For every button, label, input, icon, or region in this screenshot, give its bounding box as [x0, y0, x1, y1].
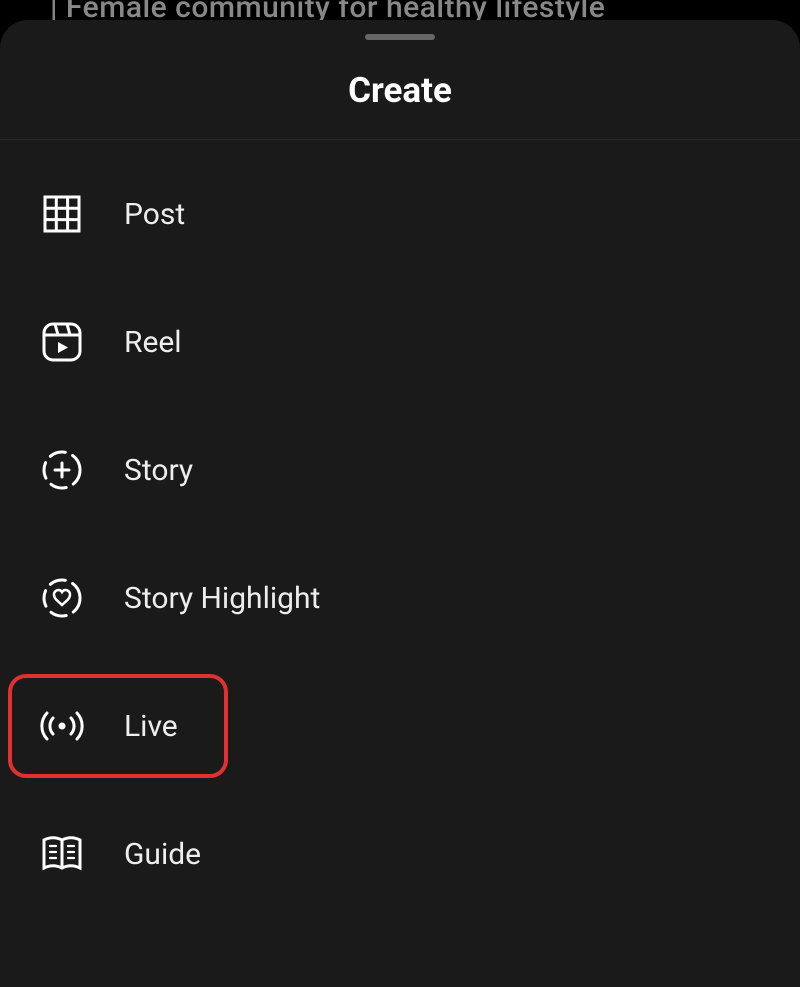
- create-bottom-sheet: Create Post: [0, 20, 800, 987]
- menu-item-label: Story Highlight: [124, 581, 320, 616]
- reel-icon: [40, 320, 84, 364]
- menu-item-live[interactable]: Live: [0, 662, 800, 790]
- menu-item-story-highlight[interactable]: Story Highlight: [0, 534, 800, 662]
- menu-item-label: Live: [124, 709, 178, 744]
- menu-item-label: Reel: [124, 325, 182, 360]
- menu-item-reel[interactable]: Reel: [0, 278, 800, 406]
- menu-item-story[interactable]: Story: [0, 406, 800, 534]
- menu-item-label: Post: [124, 197, 185, 232]
- drag-handle[interactable]: [365, 34, 435, 40]
- menu-item-label: Story: [124, 453, 193, 488]
- story-plus-icon: [40, 448, 84, 492]
- sheet-title: Create: [0, 70, 800, 140]
- guide-icon: [40, 832, 84, 876]
- menu-item-label: Guide: [124, 837, 201, 872]
- live-icon: [40, 704, 84, 748]
- create-menu: Post Reel Stor: [0, 140, 800, 918]
- menu-item-guide[interactable]: Guide: [0, 790, 800, 918]
- grid-icon: [40, 192, 84, 236]
- menu-item-post[interactable]: Post: [0, 150, 800, 278]
- story-heart-icon: [40, 576, 84, 620]
